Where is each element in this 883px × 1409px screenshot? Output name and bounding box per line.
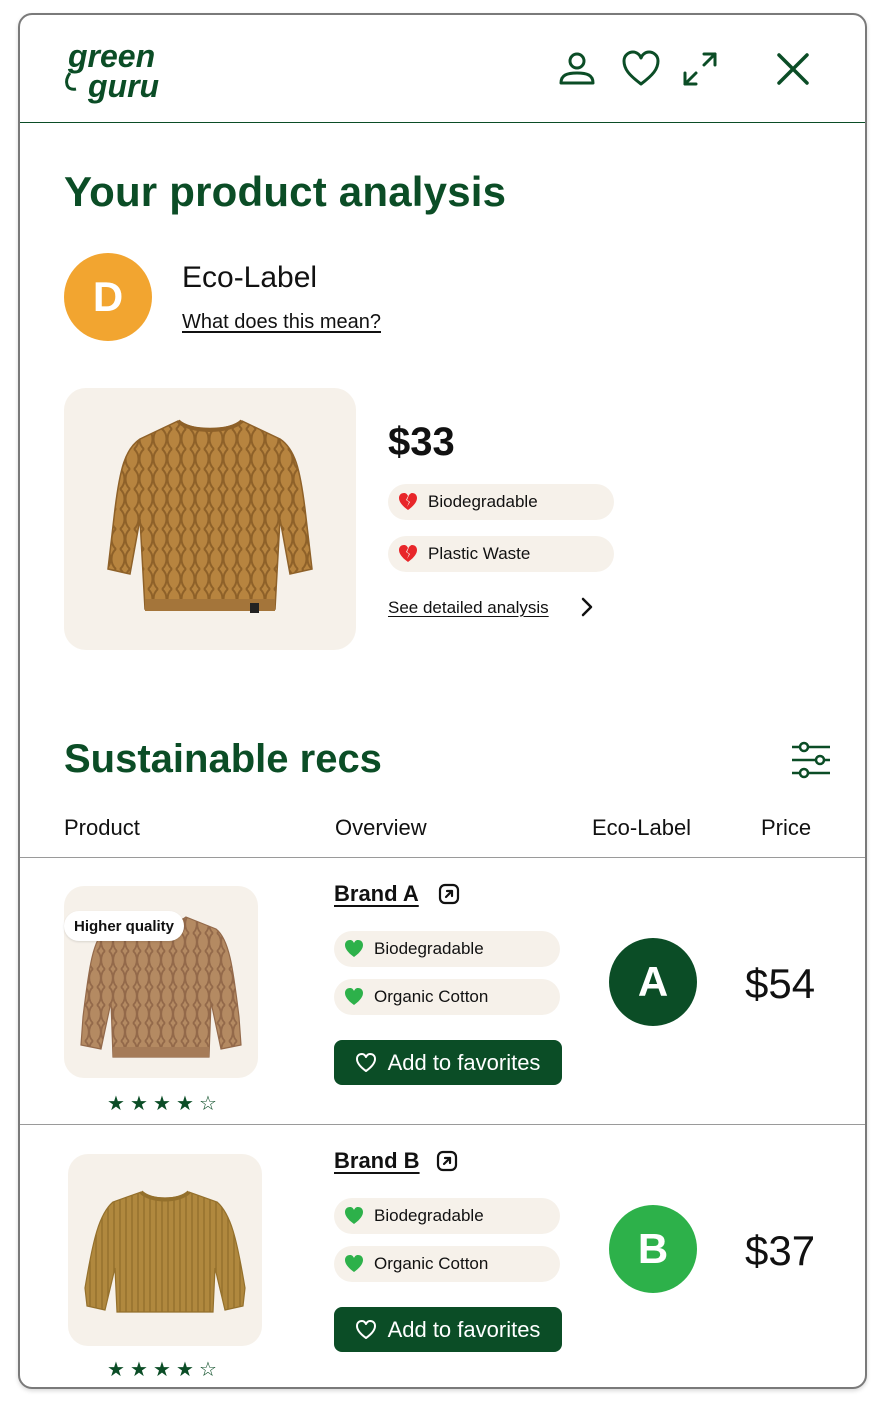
star-rating: ★ ★ ★ ★ ☆ (106, 1093, 218, 1115)
eco-grade-letter: B (637, 1225, 669, 1272)
heart-icon (344, 987, 364, 1007)
rec-price: $37 (745, 1227, 816, 1274)
recs-title: Sustainable recs (64, 737, 382, 781)
brand-link[interactable]: Brand A (334, 881, 419, 907)
add-to-favorites-label: Add to favorites (387, 1316, 541, 1342)
attribute-label: Biodegradable (374, 1206, 484, 1225)
close-icon[interactable] (773, 49, 813, 89)
eco-grade-badge: B (609, 1205, 697, 1293)
heart-icon (344, 1254, 364, 1274)
star-filled-icon: ★ (130, 1359, 148, 1381)
column-header-eco-label: Eco-Label (592, 815, 692, 840)
star-filled-icon: ★ (107, 1093, 125, 1115)
attribute-pill: Biodegradable (334, 931, 560, 967)
add-to-favorites-label: Add to favorites (387, 1049, 541, 1075)
eco-label-title: Eco-Label (182, 261, 318, 294)
attribute-pill: Organic Cotton (334, 1246, 560, 1282)
external-link-icon[interactable] (436, 1150, 458, 1172)
star-filled-icon: ★ (176, 1359, 194, 1381)
attribute-pill: Organic Cotton (334, 979, 560, 1015)
attribute-label: Biodegradable (374, 939, 484, 958)
heart-icon (344, 1206, 364, 1226)
eco-label-info-link[interactable]: What does this mean? (182, 311, 381, 334)
attribute-label: Plastic Waste (428, 544, 531, 563)
brand-link[interactable]: Brand B (334, 1148, 420, 1174)
green-guru-logo[interactable]: green guru (62, 37, 192, 107)
detailed-analysis-link[interactable]: See detailed analysis (388, 598, 549, 618)
eco-grade-letter: D (92, 273, 124, 320)
eco-grade-badge: A (609, 938, 697, 1026)
product-image (64, 388, 356, 650)
heart-icon[interactable] (621, 49, 661, 89)
product-price: $33 (388, 420, 455, 464)
rec-price: $54 (745, 960, 816, 1007)
divider (20, 857, 865, 858)
filter-sliders-icon[interactable] (790, 739, 832, 781)
star-filled-icon: ★ (107, 1359, 125, 1381)
heart-outline-icon (355, 1052, 376, 1072)
broken-heart-icon (398, 544, 418, 564)
rec-product-image[interactable] (68, 1154, 262, 1346)
column-header-overview: Overview (335, 815, 427, 840)
star-rating: ★ ★ ★ ★ ☆ (106, 1359, 218, 1381)
star-outline-icon: ☆ (199, 1359, 217, 1381)
heart-outline-icon (355, 1319, 376, 1339)
sweater-image (84, 1190, 246, 1313)
user-icon[interactable] (557, 49, 597, 89)
attribute-pill: Plastic Waste (388, 536, 614, 572)
eco-grade-letter: A (637, 958, 669, 1005)
external-link-icon[interactable] (438, 883, 460, 905)
attribute-pill: Biodegradable (388, 484, 614, 520)
header: green guru (20, 15, 865, 123)
broken-heart-icon (398, 492, 418, 512)
attribute-label: Organic Cotton (374, 1254, 489, 1273)
expand-icon[interactable] (680, 49, 720, 89)
column-header-product: Product (64, 815, 140, 840)
attribute-pill: Biodegradable (334, 1198, 560, 1234)
add-to-favorites-button[interactable]: Add to favorites (334, 1307, 562, 1352)
star-filled-icon: ★ (176, 1093, 194, 1115)
page-title: Your product analysis (64, 168, 507, 215)
add-to-favorites-button[interactable]: Add to favorites (334, 1040, 562, 1085)
chevron-right-icon[interactable] (576, 595, 598, 619)
divider (20, 1124, 865, 1125)
quality-tag: Higher quality (64, 911, 185, 941)
column-header-price: Price (761, 815, 812, 840)
logo-text-line2: guru (87, 68, 159, 104)
eco-grade-badge: D (64, 253, 152, 341)
extension-panel: green guru Your product analysis D Eco-L… (18, 13, 867, 1389)
star-filled-icon: ★ (153, 1359, 171, 1381)
star-filled-icon: ★ (130, 1093, 148, 1115)
star-filled-icon: ★ (153, 1093, 171, 1115)
attribute-label: Biodegradable (428, 492, 538, 511)
star-outline-icon: ☆ (199, 1093, 217, 1115)
heart-icon (344, 939, 364, 959)
attribute-label: Organic Cotton (374, 987, 489, 1006)
sweater-image (107, 419, 313, 613)
